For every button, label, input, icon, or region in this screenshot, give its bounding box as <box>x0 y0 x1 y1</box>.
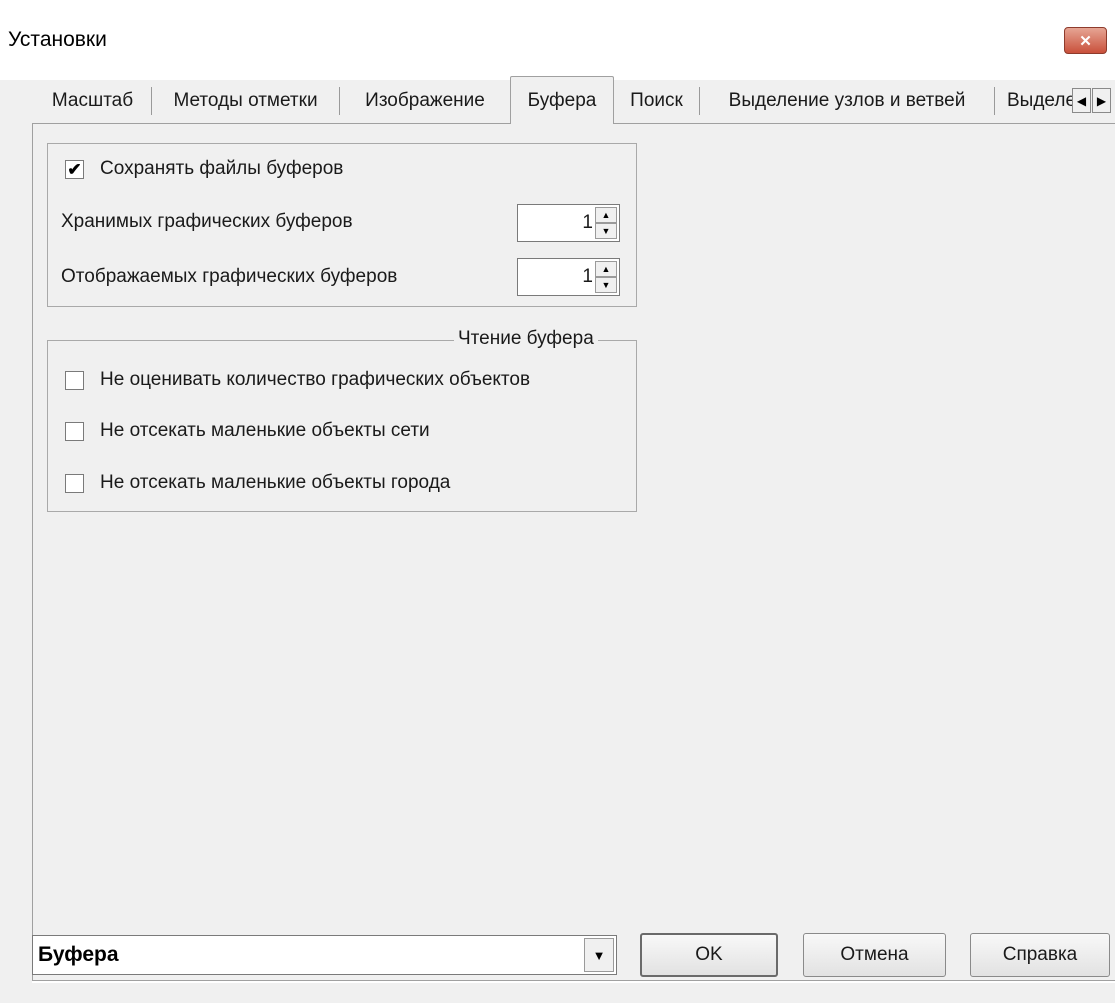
keep-small-network-objects-checkbox[interactable] <box>65 422 84 441</box>
tab-selection-clipped[interactable]: Выделение <box>995 82 1072 120</box>
settings-dialog: Установки ✕ Масштаб Методы отметки Изобр… <box>0 0 1115 1003</box>
spin-down-button[interactable]: ▼ <box>595 277 617 293</box>
spin-up-icon: ▲ <box>601 264 611 274</box>
spin-up-button[interactable]: ▲ <box>595 261 617 277</box>
chevron-down-icon: ▼ <box>592 947 606 963</box>
tab-search[interactable]: Поиск <box>614 87 700 115</box>
stored-buffers-spinner[interactable]: 1 ▲ ▼ <box>517 204 620 242</box>
displayed-buffers-value[interactable]: 1 <box>582 266 593 288</box>
tab-node-branch-selection[interactable]: Выделение узлов и ветвей <box>700 87 995 115</box>
keep-small-city-objects-checkbox[interactable] <box>65 474 84 493</box>
displayed-buffers-spin-buttons: ▲ ▼ <box>595 261 617 293</box>
stored-buffers-spin-buttons: ▲ ▼ <box>595 207 617 239</box>
spin-down-button[interactable]: ▼ <box>595 223 617 239</box>
buffer-reading-legend: Чтение буфера <box>454 328 598 350</box>
skip-object-count-checkbox[interactable] <box>65 371 84 390</box>
spin-up-button[interactable]: ▲ <box>595 207 617 223</box>
buffers-group: ✔ Сохранять файлы буферов Хранимых графи… <box>47 143 637 307</box>
spin-up-icon: ▲ <box>601 210 611 220</box>
page-select-dropdown[interactable]: Буфера ▼ <box>32 935 617 975</box>
ok-button[interactable]: OK <box>640 933 778 977</box>
tab-scroll-left-button[interactable]: ◀ <box>1072 88 1091 113</box>
cancel-button[interactable]: Отмена <box>803 933 946 977</box>
keep-small-network-objects-label: Не отсекать маленькие объекты сети <box>100 420 430 441</box>
tab-strip: Масштаб Методы отметки Изображение Буфер… <box>0 0 1072 130</box>
arrow-right-icon: ▶ <box>1096 93 1107 108</box>
close-icon: ✕ <box>1079 32 1092 50</box>
tab-buffers[interactable]: Буфера <box>510 76 614 124</box>
skip-object-count-label: Не оценивать количество графических объе… <box>100 369 531 390</box>
page-select-value: Буфера <box>38 943 119 966</box>
stored-buffers-label: Хранимых графических буферов <box>61 211 353 232</box>
tab-image[interactable]: Изображение <box>340 82 510 120</box>
arrow-left-icon: ◀ <box>1076 93 1087 108</box>
spin-down-icon: ▼ <box>601 280 611 290</box>
spin-down-icon: ▼ <box>601 226 611 236</box>
pane-bottom-edge <box>32 980 1115 983</box>
tab-scroll-right-button[interactable]: ▶ <box>1092 88 1111 113</box>
stored-buffers-value[interactable]: 1 <box>582 212 593 234</box>
save-buffer-files-checkbox[interactable]: ✔ <box>65 160 84 179</box>
dropdown-button[interactable]: ▼ <box>584 938 614 972</box>
save-buffer-files-label: Сохранять файлы буферов <box>100 158 344 179</box>
tab-scale[interactable]: Масштаб <box>34 87 152 115</box>
check-icon: ✔ <box>67 160 82 179</box>
displayed-buffers-spinner[interactable]: 1 ▲ ▼ <box>517 258 620 296</box>
tab-marking-methods[interactable]: Методы отметки <box>152 87 340 115</box>
displayed-buffers-label: Отображаемых графических буферов <box>61 266 398 287</box>
help-button[interactable]: Справка <box>970 933 1110 977</box>
keep-small-city-objects-label: Не отсекать маленькие объекты города <box>100 472 451 493</box>
buffer-reading-group: Чтение буфера Не оценивать количество гр… <box>47 328 637 512</box>
